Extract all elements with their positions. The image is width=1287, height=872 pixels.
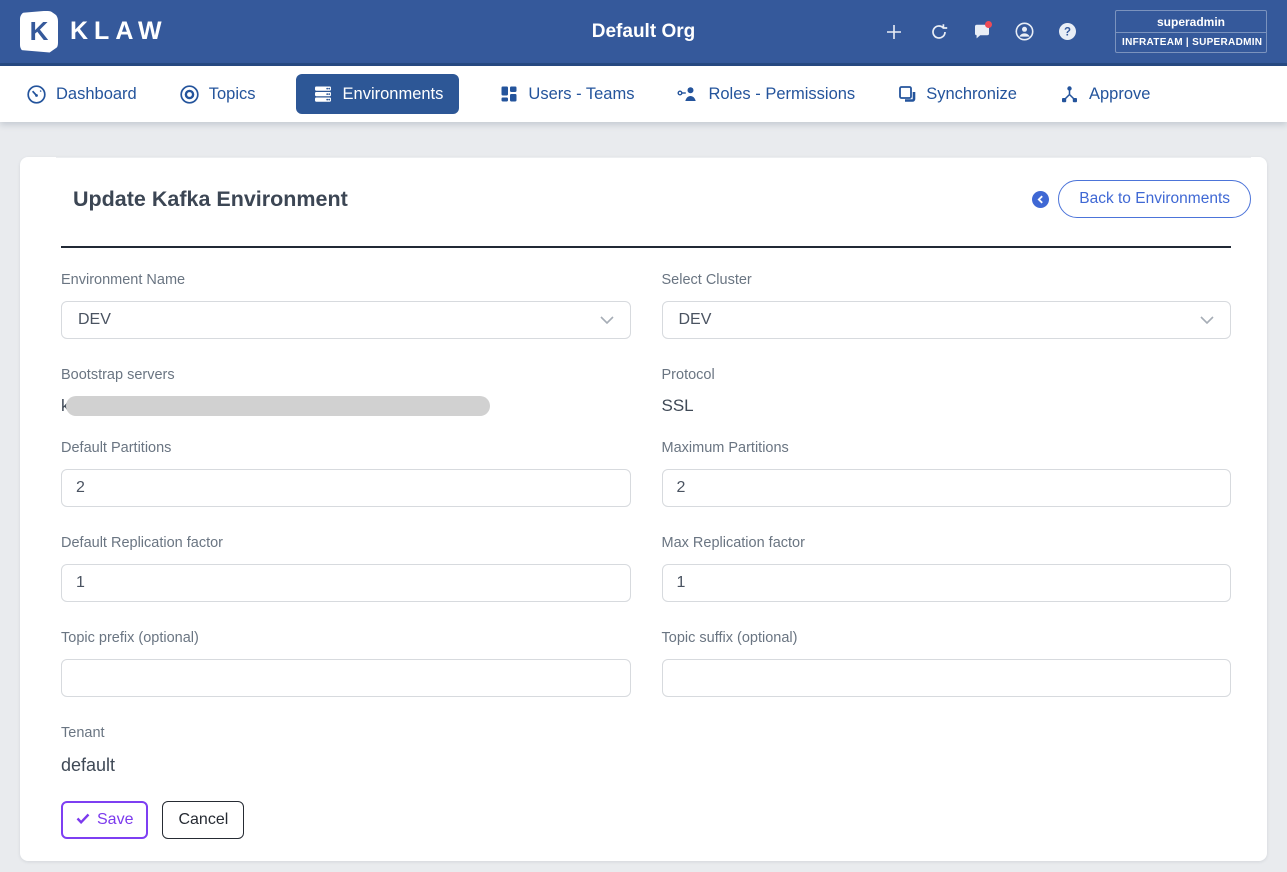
field-label: Topic prefix (optional) [61, 630, 631, 646]
nav-label: Dashboard [56, 85, 137, 104]
user-circle-icon [1014, 21, 1035, 42]
field-label: Topic suffix (optional) [662, 630, 1232, 646]
topic-prefix-input[interactable] [61, 659, 631, 697]
chevron-down-icon [1200, 311, 1214, 329]
nav-label: Users - Teams [528, 85, 634, 104]
field-label: Default Partitions [61, 440, 631, 456]
field-tenant: Tenant default [61, 725, 1231, 775]
team-role: INFRATEAM | SUPERADMIN [1116, 33, 1266, 52]
field-label: Max Replication factor [662, 535, 1232, 551]
app-header: K KLAW Default Org [0, 0, 1287, 66]
field-default-replication: Default Replication factor [61, 535, 631, 602]
page-title: Update Kafka Environment [56, 187, 348, 212]
field-maximum-partitions: Maximum Partitions [662, 440, 1232, 507]
field-label: Protocol [662, 367, 1232, 383]
nav-users-teams[interactable]: Users - Teams [497, 75, 636, 113]
field-bootstrap-servers: Bootstrap servers k [61, 367, 631, 416]
profile-button[interactable] [1003, 12, 1046, 52]
target-icon [179, 84, 200, 105]
tenant-value: default [61, 755, 1231, 775]
notification-badge [985, 21, 992, 28]
main-content: Update Kafka Environment Back to Environ… [0, 122, 1287, 861]
nav-environments[interactable]: Environments [296, 74, 460, 114]
max-replication-input[interactable] [662, 564, 1232, 602]
nav-synchronize[interactable]: Synchronize [895, 75, 1019, 113]
field-topic-prefix: Topic prefix (optional) [61, 630, 631, 697]
brand-name: KLAW [70, 17, 168, 46]
person-key-icon [676, 84, 699, 104]
user-menu[interactable]: superadmin INFRATEAM | SUPERADMIN [1115, 10, 1267, 53]
copy-layers-icon [897, 84, 917, 104]
protocol-value: SSL [662, 396, 1232, 416]
topic-suffix-input[interactable] [662, 659, 1232, 697]
main-nav: Dashboard Topics Environments [0, 66, 1287, 122]
nav-roles-permissions[interactable]: Roles - Permissions [674, 75, 857, 113]
nav-label: Synchronize [926, 85, 1017, 104]
klaw-logo-letter: K [30, 16, 49, 47]
check-icon [76, 811, 90, 829]
field-default-partitions: Default Partitions [61, 440, 631, 507]
field-environment-name: Environment Name DEV [61, 272, 631, 339]
field-label: Select Cluster [662, 272, 1232, 288]
notifications-button[interactable] [960, 12, 1003, 52]
update-environment-card: Update Kafka Environment Back to Environ… [20, 157, 1267, 861]
klaw-logo[interactable]: K KLAW [20, 11, 168, 53]
klaw-logo-icon: K [20, 11, 58, 53]
nav-label: Roles - Permissions [708, 85, 855, 104]
server-stack-icon [312, 83, 334, 105]
dashboard-gauge-icon [26, 84, 47, 105]
field-max-replication: Max Replication factor [662, 535, 1232, 602]
grid-tiles-icon [499, 84, 519, 104]
nav-label: Environments [343, 85, 444, 104]
field-label: Default Replication factor [61, 535, 631, 551]
environment-form: Environment Name DEV Select Cluster DEV [20, 248, 1267, 839]
help-button[interactable]: ? [1046, 12, 1089, 52]
username: superadmin [1116, 11, 1266, 33]
nav-label: Approve [1089, 85, 1150, 104]
field-label: Tenant [61, 725, 1231, 741]
back-arrow-icon[interactable] [1032, 191, 1049, 208]
refresh-button[interactable] [917, 12, 960, 52]
nav-topics[interactable]: Topics [177, 75, 258, 114]
save-label: Save [97, 811, 133, 829]
selected-value: DEV [78, 311, 111, 329]
field-protocol: Protocol SSL [662, 367, 1232, 416]
help-icon: ? [1057, 21, 1078, 42]
maximum-partitions-input[interactable] [662, 469, 1232, 507]
selected-value: DEV [679, 311, 712, 329]
field-label: Environment Name [61, 272, 631, 288]
field-topic-suffix: Topic suffix (optional) [662, 630, 1232, 697]
redaction-overlay [66, 396, 490, 416]
cancel-button[interactable]: Cancel [162, 801, 244, 839]
nav-dashboard[interactable]: Dashboard [24, 75, 139, 114]
select-cluster-select[interactable]: DEV [662, 301, 1232, 339]
default-partitions-input[interactable] [61, 469, 631, 507]
svg-text:?: ? [1064, 26, 1071, 38]
environment-name-select[interactable]: DEV [61, 301, 631, 339]
chevron-down-icon [600, 311, 614, 329]
nav-approve[interactable]: Approve [1057, 75, 1152, 113]
back-to-environments-button[interactable]: Back to Environments [1058, 180, 1251, 218]
default-replication-input[interactable] [61, 564, 631, 602]
nav-label: Topics [209, 85, 256, 104]
hub-network-icon [1059, 84, 1080, 104]
add-button[interactable] [872, 12, 915, 52]
title-row: Update Kafka Environment Back to Environ… [56, 157, 1251, 218]
refresh-icon [929, 22, 949, 42]
field-select-cluster: Select Cluster DEV [662, 272, 1232, 339]
plus-icon [884, 22, 904, 42]
save-button[interactable]: Save [61, 801, 148, 839]
field-label: Maximum Partitions [662, 440, 1232, 456]
field-label: Bootstrap servers [61, 367, 631, 383]
